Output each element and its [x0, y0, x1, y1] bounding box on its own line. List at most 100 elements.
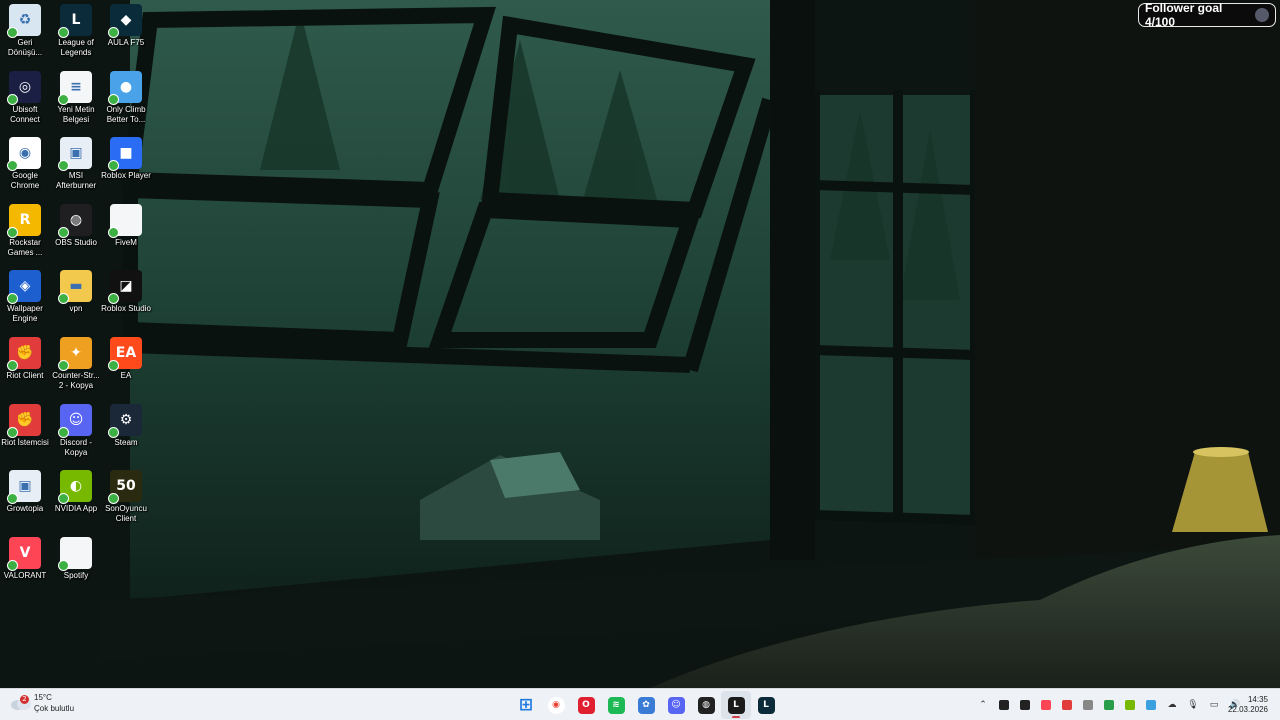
blank-file-icon	[108, 203, 142, 238]
desktop-icon[interactable]: ☺ Discord - Kopya	[51, 400, 101, 458]
sync-status-icon	[7, 93, 18, 105]
ubisoft-icon: ◎	[7, 70, 41, 105]
rainy-window-scene	[0, 0, 1280, 688]
desktop-icon-label: Roblox Player	[101, 171, 151, 181]
desktop-icon[interactable]: ◪ Roblox Studio	[101, 266, 151, 314]
desktop-icon-label: Ubisoft Connect	[10, 104, 40, 124]
rockstar-icon: R	[7, 203, 41, 238]
desktop-icon[interactable]: ◐ NVIDIA App	[51, 466, 101, 514]
desktop-icon[interactable]: ▣ MSI Afterburner	[51, 133, 101, 191]
sync-status-icon	[7, 160, 18, 172]
tray-app-icon[interactable]	[996, 697, 1012, 713]
desktop-icon-label: AULA F75	[107, 38, 145, 47]
taskbar-app-obs[interactable]: ◍	[691, 691, 721, 719]
tray-app-icon[interactable]	[1080, 697, 1096, 713]
taskbar-app-chrome[interactable]: ◉	[541, 691, 571, 719]
nvidia-icon: ◐	[58, 470, 92, 505]
desktop-icon-label: Geri Dönüşü...	[7, 38, 43, 57]
taskbar-clock[interactable]: 14:35 22.03.2026	[1226, 695, 1268, 715]
desktop-icon[interactable]: ◉ Google Chrome	[0, 133, 50, 191]
desktop-icon[interactable]: R Rockstar Games ...	[0, 200, 50, 258]
desktop-icon[interactable]: ♻ Geri Dönüşü...	[0, 0, 50, 58]
desktop-icon-label: VALORANT	[3, 570, 47, 580]
desktop-icon[interactable]: ■ Roblox Player	[101, 133, 151, 181]
text-document-icon: ≡	[58, 70, 92, 105]
sync-status-icon	[108, 226, 119, 238]
desktop-icon-label: NVIDIA App	[54, 504, 98, 514]
desktop-icon-label: SonOyuncu Client	[105, 504, 147, 524]
desktop-icon[interactable]: ◎ Ubisoft Connect	[0, 67, 50, 125]
cloud-icon[interactable]: ☁	[1164, 697, 1180, 713]
riot-icon: ✊	[7, 337, 41, 371]
desktop-icon[interactable]: L League of Legends	[51, 0, 101, 58]
desktop-icon[interactable]: ✊ Riot İstemcisi	[0, 400, 50, 448]
desktop-icon-label: Rockstar Games ...	[7, 237, 43, 257]
sync-status-icon	[7, 493, 18, 505]
tray-app-icon[interactable]	[1101, 697, 1117, 713]
desktop-icon[interactable]: ◈ Wallpaper Engine	[0, 266, 50, 324]
sync-status-icon	[58, 226, 69, 238]
microphone-icon[interactable]: 🎙	[1185, 697, 1201, 713]
weather-desc: Çok bulutlu	[34, 704, 75, 713]
nvidia-icon[interactable]	[1122, 697, 1138, 713]
desktop-icon-label: OBS Studio	[55, 237, 97, 247]
taskbar-app-league-client[interactable]: L	[721, 691, 751, 719]
chrome-icon: ◉	[547, 696, 565, 714]
riot-icon[interactable]	[1059, 697, 1075, 713]
cs2-icon: ✦	[58, 337, 92, 371]
desktop-icon[interactable]: ✊ Riot Client	[0, 333, 50, 381]
desktop-icon[interactable]: 50 SonOyuncu Client	[101, 466, 151, 524]
taskbar-app-spotify[interactable]: ≋	[601, 691, 631, 719]
app-window-icon: ▣	[7, 470, 41, 505]
tray-app-icon[interactable]	[1017, 697, 1033, 713]
taskbar-app-wallpaper[interactable]: ✿	[631, 691, 661, 719]
opera-icon: O	[577, 696, 595, 714]
desktop-icon-label: Google Chrome	[10, 171, 40, 191]
network-icon[interactable]: ▭	[1206, 697, 1222, 713]
desktop-wallpaper	[0, 0, 1280, 688]
gear-app-icon: ✿	[637, 696, 655, 714]
desktop-icon-label: Growtopia	[6, 504, 44, 514]
tray-app-icon[interactable]	[1143, 697, 1159, 713]
league-icon: L	[727, 696, 745, 714]
desktop-icon[interactable]: EA EA	[101, 333, 151, 381]
app-window-icon: ▣	[58, 137, 92, 172]
taskbar-app-start[interactable]: ⊞	[511, 691, 541, 719]
sync-status-icon	[108, 27, 119, 38]
system-tray: ⌃ ☁ 🎙 ▭ 🔊	[975, 697, 1248, 713]
desktop-icon[interactable]: ◆ AULA F75	[101, 0, 151, 48]
desktop-icon[interactable]: ▬ vpn	[51, 266, 101, 314]
blank-file-icon	[58, 536, 92, 571]
globe-icon: ●	[108, 70, 142, 105]
sync-status-icon	[108, 360, 119, 371]
desktop-icon-label: Counter-Str... 2 - Kopya	[52, 371, 100, 390]
desktop-icon-label: Roblox Studio	[101, 304, 151, 314]
sync-status-icon	[108, 493, 119, 505]
weather-widget[interactable]: 2 15°C Çok bulutlu	[10, 692, 74, 714]
taskbar-app-opera[interactable]: O	[571, 691, 601, 719]
desktop-icon[interactable]: ≡ Yeni Metin Belgesi	[51, 67, 101, 125]
desktop-icon[interactable]: ▣ Growtopia	[0, 466, 50, 514]
valorant-icon[interactable]	[1038, 697, 1054, 713]
clock-date: 22.03.2026	[1227, 705, 1268, 714]
chrome-icon: ◉	[7, 137, 41, 172]
follower-goal-widget: Follower goal 4/100	[1138, 1, 1276, 29]
desktop-icon[interactable]: ✦ Counter-Str... 2 - Kopya	[51, 333, 101, 391]
taskbar-app-league[interactable]: L	[751, 691, 781, 719]
sonoyuncu-icon: 50	[108, 470, 142, 505]
desktop-icon[interactable]: ● Only Climb Better To...	[101, 67, 151, 125]
taskbar-app-discord[interactable]: ☺	[661, 691, 691, 719]
desktop-icon[interactable]: ◍ OBS Studio	[51, 200, 101, 248]
sync-status-icon	[108, 93, 119, 105]
desktop-icon-label: Steam	[114, 437, 138, 447]
valorant-icon: V	[7, 536, 41, 571]
sync-status-icon	[7, 559, 18, 571]
steam-icon: ⚙	[108, 403, 142, 438]
league-icon: L	[757, 696, 775, 714]
desktop-icon-label: League of Legends	[58, 38, 94, 57]
chevron-up-icon[interactable]: ⌃	[975, 697, 991, 713]
desktop-icon[interactable]: Spotify	[51, 533, 101, 581]
desktop-icon[interactable]: FiveM	[101, 200, 151, 248]
desktop-icon[interactable]: V VALORANT	[0, 533, 50, 581]
desktop-icon[interactable]: ⚙ Steam	[101, 400, 151, 448]
